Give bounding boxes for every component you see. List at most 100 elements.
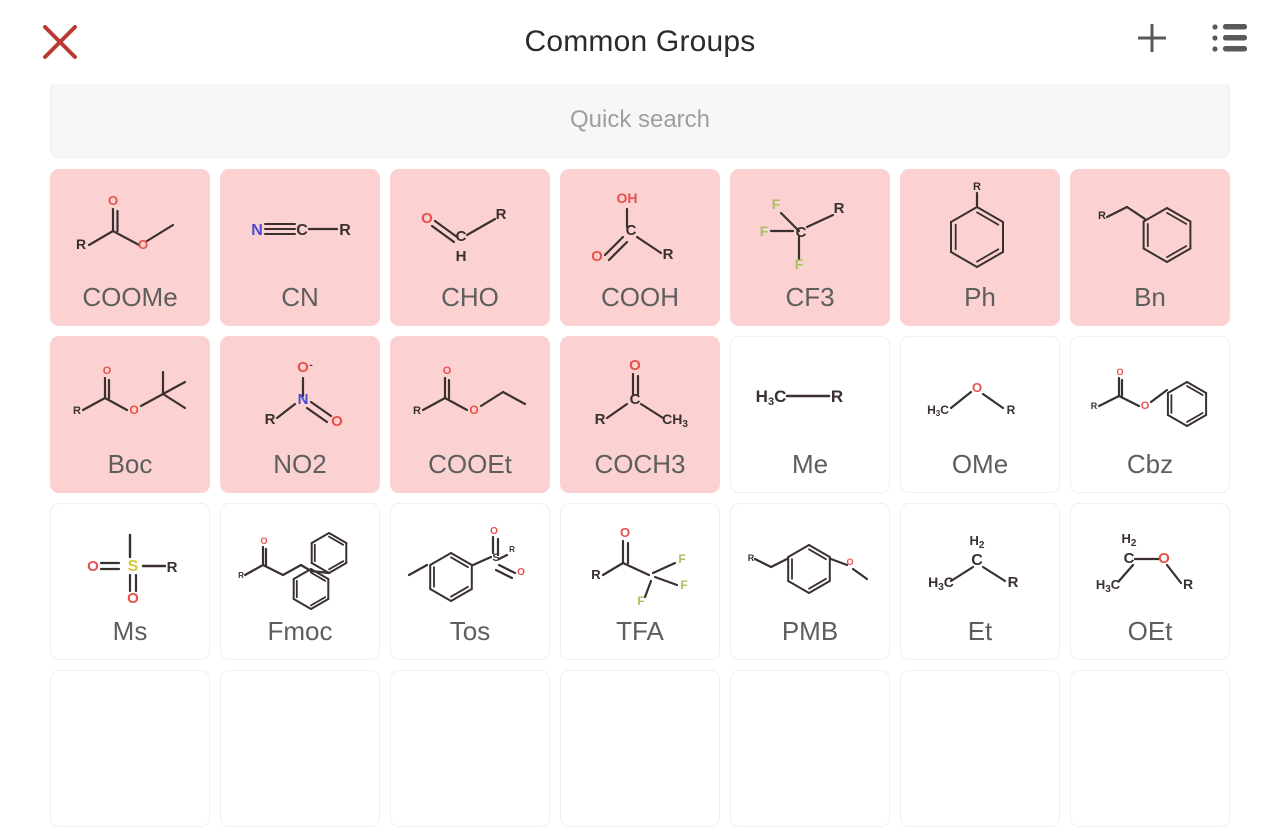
svg-text:R: R [1091, 401, 1098, 411]
group-tile-cooet[interactable]: R O O COOEt [390, 336, 550, 493]
structure-empty [731, 671, 889, 812]
group-tile-coome[interactable]: R O O COOMe [50, 169, 210, 326]
group-tile-cooh[interactable]: OH C O R COOH [560, 169, 720, 326]
svg-text:O: O [127, 590, 139, 607]
group-tile-oet[interactable]: C H2 O H3C R OEt [1070, 503, 1230, 660]
svg-text:H3C: H3C [1096, 577, 1121, 595]
svg-text:O: O [972, 380, 982, 395]
group-tile-label: CHO [441, 282, 499, 312]
svg-text:R: R [167, 559, 178, 576]
group-tile-empty[interactable] [730, 670, 890, 827]
svg-text:R: R [265, 411, 276, 428]
structure-pmb: RO [731, 504, 889, 617]
svg-text:F: F [637, 594, 644, 608]
svg-text:H3C: H3C [927, 403, 949, 418]
group-tile-empty[interactable] [220, 670, 380, 827]
svg-text:R: R [1008, 574, 1019, 591]
svg-text:R: R [509, 545, 515, 554]
structure-empty [391, 671, 549, 812]
common-groups-screen: Common Groups Quick search R O O COOMe N… [0, 0, 1280, 827]
group-tile-label: TFA [616, 616, 664, 646]
group-tile-empty[interactable] [50, 670, 210, 827]
structure-et: C H2 H3C R [901, 504, 1059, 617]
group-tile-empty[interactable] [390, 670, 550, 827]
structure-coome: R O O [51, 170, 209, 283]
structure-cooet: R O O [391, 337, 549, 450]
svg-text:F: F [678, 552, 685, 566]
svg-text:F: F [795, 256, 804, 272]
group-tile-empty[interactable] [900, 670, 1060, 827]
svg-text:O: O [629, 357, 641, 374]
structure-empty [901, 671, 1059, 812]
group-tile-cbz[interactable]: R O O Cbz [1070, 336, 1230, 493]
svg-text:S: S [492, 552, 499, 564]
structure-ms: OSOR [51, 504, 209, 617]
search-input[interactable] [51, 82, 1229, 158]
svg-text:C: C [456, 228, 467, 245]
group-tile-label: Cbz [1126, 449, 1174, 479]
svg-text:C: C [296, 222, 308, 239]
structure-oet: C H2 O H3C R [1071, 504, 1229, 617]
group-tile-ome[interactable]: H3C O R OMe [900, 336, 1060, 493]
group-tile-ms[interactable]: O S O R Ms [50, 503, 210, 660]
group-tile-label: Et [967, 616, 993, 646]
group-tile-bn[interactable]: R Bn [1070, 169, 1230, 326]
svg-text:R: R [496, 206, 507, 223]
svg-text:O: O [846, 557, 853, 567]
group-tile-empty[interactable] [560, 670, 720, 827]
structure-ome: H3C O R [901, 337, 1059, 450]
svg-text:R: R [73, 405, 81, 417]
svg-text:H2: H2 [1122, 531, 1137, 549]
search-box[interactable] [50, 82, 1230, 158]
svg-text:H3C: H3C [928, 574, 954, 593]
structure-cho: O CH R [391, 170, 549, 283]
structure-cf3: FFFCR [731, 170, 889, 283]
svg-text:R: R [339, 222, 351, 239]
svg-text:F: F [772, 196, 781, 212]
structure-cn: NCR [221, 170, 379, 283]
group-tile-boc[interactable]: R O O Boc [50, 336, 210, 493]
svg-text:R: R [748, 553, 755, 563]
svg-text:O: O [1116, 367, 1123, 377]
group-tile-cho[interactable]: O C H R CHO [390, 169, 550, 326]
svg-text:C: C [796, 224, 807, 241]
group-tile-label: Boc [107, 449, 153, 479]
group-tile-tfa[interactable]: R O F F F TFA [560, 503, 720, 660]
svg-text:H: H [456, 248, 467, 265]
structure-coch3: R O C CH3 [561, 337, 719, 450]
svg-text:O: O [490, 526, 498, 537]
group-tile-ph[interactable]: R Ph [900, 169, 1060, 326]
structure-bn: R [1071, 170, 1229, 283]
group-tile-tos[interactable]: O S O R Tos [390, 503, 550, 660]
group-tile-cn[interactable]: N C R CN [220, 169, 380, 326]
group-tile-pmb[interactable]: R O PMB [730, 503, 890, 660]
svg-text:CH3: CH3 [662, 411, 688, 430]
group-tile-label: Fmoc [267, 616, 333, 646]
svg-text:O: O [1158, 550, 1170, 567]
group-tile-fmoc[interactable]: R O Fmoc [220, 503, 380, 660]
group-tile-cf3[interactable]: F F F C R CF3 [730, 169, 890, 326]
svg-text:R: R [1098, 210, 1106, 222]
svg-text:R: R [413, 405, 421, 417]
list-menu-icon[interactable] [1208, 16, 1252, 60]
svg-text:O: O [421, 210, 433, 227]
group-tile-empty[interactable] [1070, 670, 1230, 827]
structure-no2: ROON- [221, 337, 379, 450]
plus-icon[interactable] [1130, 16, 1174, 60]
structure-empty [51, 671, 209, 812]
group-tile-label: COOH [601, 282, 679, 312]
svg-text:R: R [973, 181, 981, 193]
svg-text:H3C: H3C [756, 387, 787, 408]
structure-empty [221, 671, 379, 812]
app-header: Common Groups [0, 0, 1280, 84]
group-tile-label: Tos [449, 616, 491, 646]
group-tile-et[interactable]: C H2 H3C R Et [900, 503, 1060, 660]
group-tile-label: COOMe [82, 282, 178, 312]
group-tile-no2[interactable]: R O O N - NO2 [220, 336, 380, 493]
group-tile-coch3[interactable]: R O C CH3 COCH3 [560, 336, 720, 493]
group-tile-me[interactable]: H3C R Me [730, 336, 890, 493]
svg-text:R: R [663, 246, 674, 263]
svg-text:R: R [834, 200, 845, 217]
svg-text:OH: OH [617, 190, 638, 206]
structure-boc: R O O [51, 337, 209, 450]
